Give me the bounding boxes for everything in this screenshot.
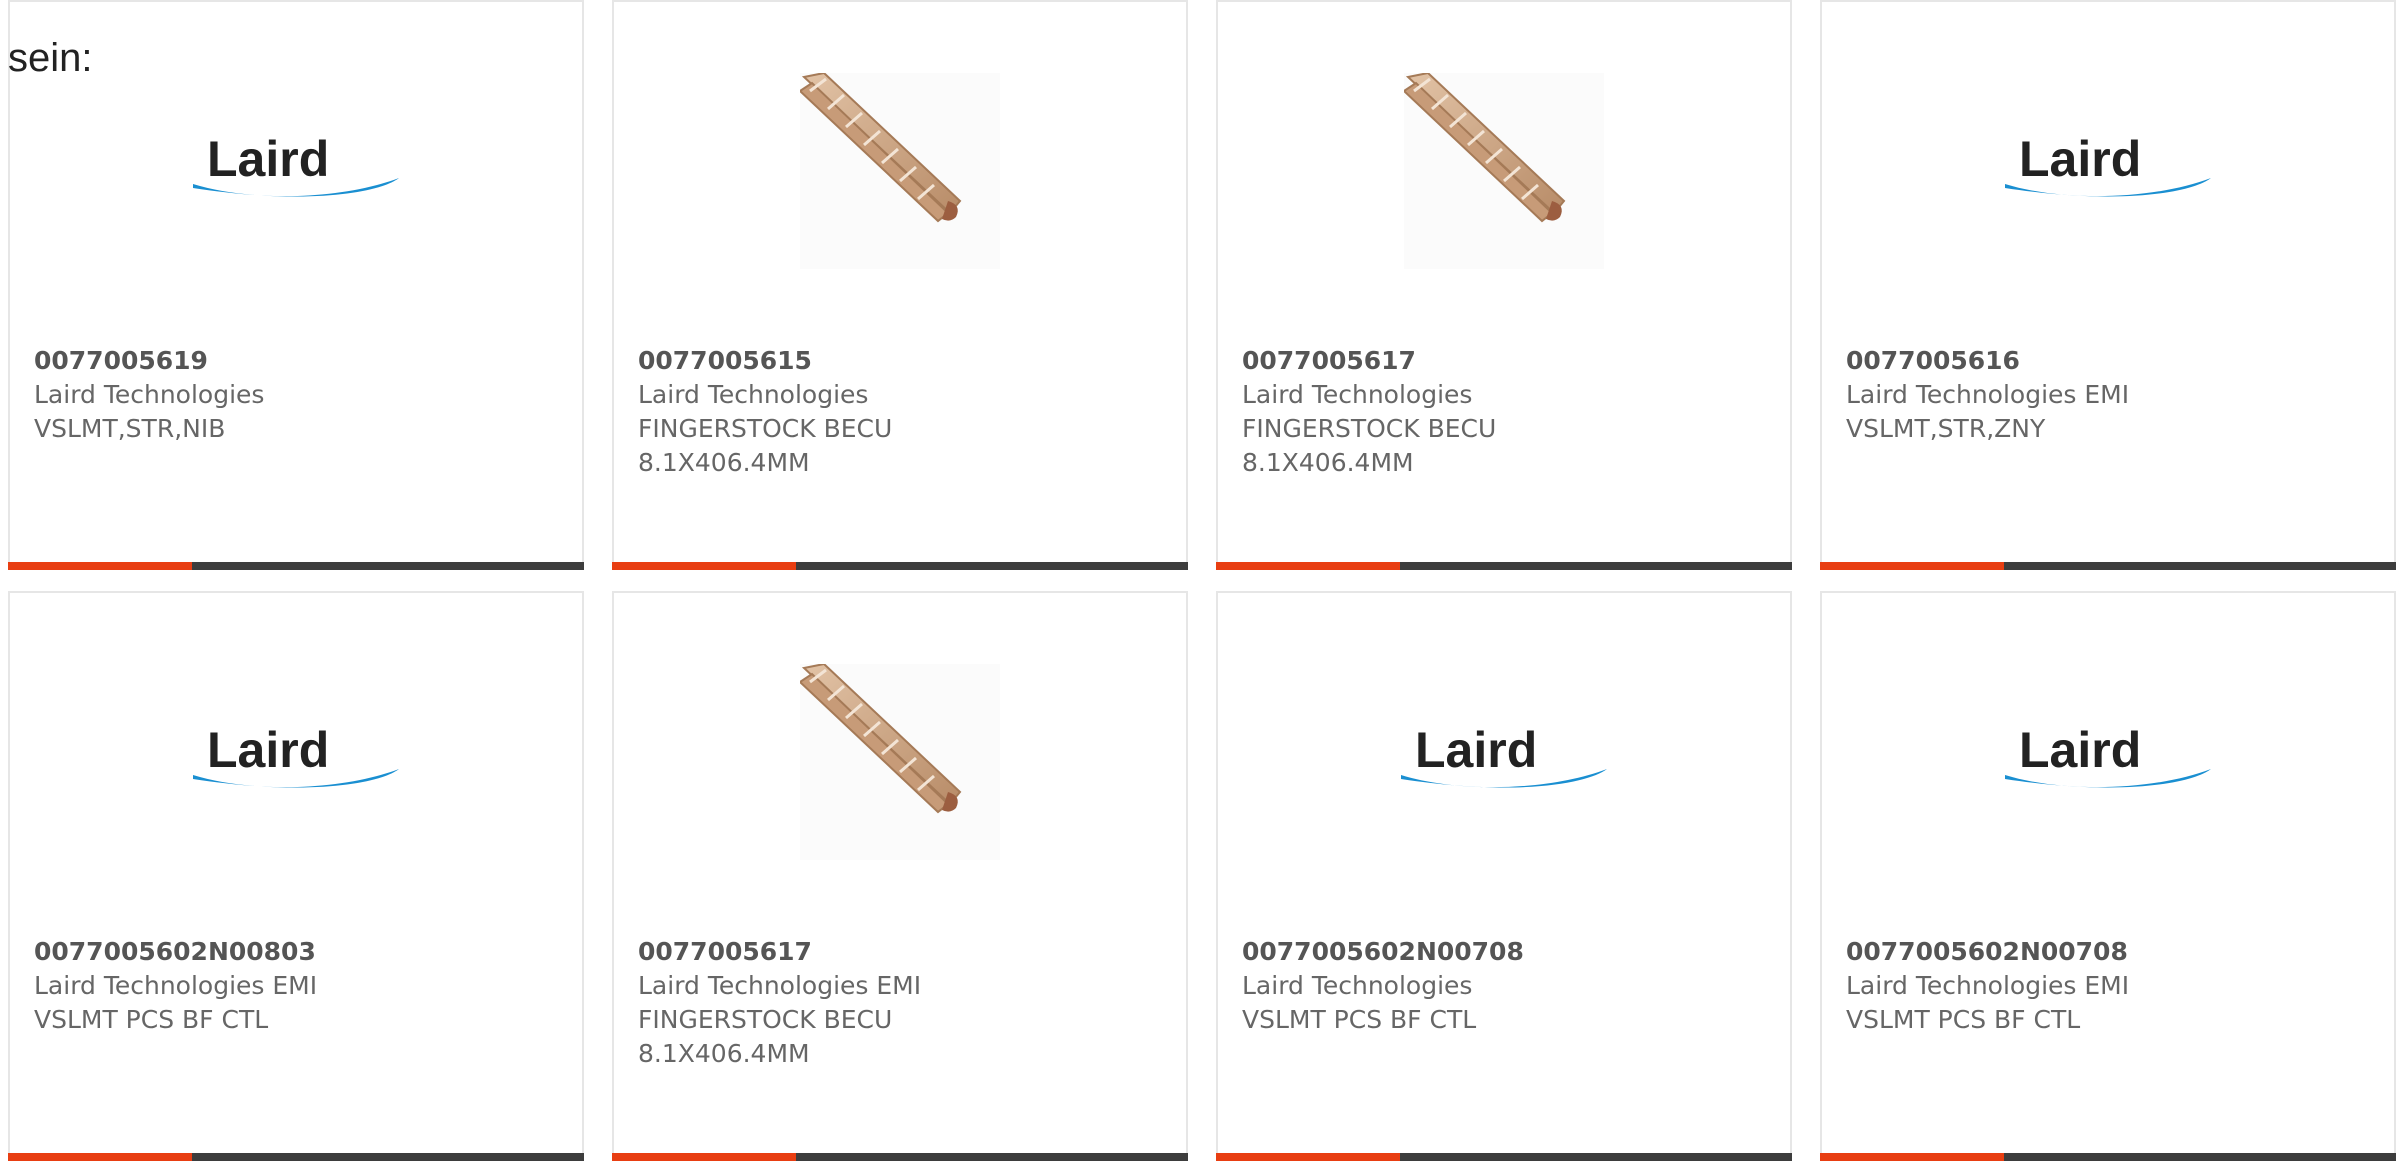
card-bar-accent (612, 1153, 796, 1161)
product-card[interactable]: 0077005615 Laird Technologies FINGERSTOC… (612, 0, 1188, 570)
product-description: 8.1X406.4MM (638, 1039, 810, 1068)
laird-logo: Laird (2003, 134, 2213, 210)
manufacturer-name: Laird Technologies (1242, 380, 1473, 409)
logo-text: Laird (1415, 725, 1537, 778)
card-bar-accent (8, 1153, 192, 1161)
product-info: 0077005617 Laird Technologies EMI FINGER… (638, 935, 1166, 1071)
product-info: 0077005619 Laird Technologies VSLMT,STR,… (34, 344, 562, 446)
product-card[interactable]: Laird 0077005602N00708 Laird Technologie… (1216, 591, 1792, 1161)
card-bottom-bar (1216, 562, 1792, 570)
part-number[interactable]: 0077005619 (34, 344, 562, 378)
card-bottom-bar (612, 562, 1188, 570)
product-image (614, 2, 1186, 332)
fingerstock-photo (800, 664, 1000, 860)
part-number[interactable]: 0077005602N00708 (1242, 935, 1770, 969)
part-number[interactable]: 0077005615 (638, 344, 1166, 378)
manufacturer-name: Laird Technologies (1242, 971, 1473, 1000)
manufacturer-name: Laird Technologies EMI (34, 971, 318, 1000)
fingerstock-photo (1404, 73, 1604, 269)
card-bar-accent (1216, 1153, 1400, 1161)
product-description: VSLMT PCS BF CTL (1242, 1005, 1477, 1034)
product-image: Laird (10, 2, 582, 332)
product-image: Laird (10, 593, 582, 923)
laird-logo: Laird (191, 134, 401, 210)
product-description: VSLMT,STR,ZNY (1846, 414, 2046, 443)
card-bottom-bar (8, 562, 584, 570)
logo-text: Laird (2019, 134, 2141, 187)
laird-logo: Laird (191, 725, 401, 801)
product-description: FINGERSTOCK BECU (638, 1005, 893, 1034)
product-card[interactable]: Laird 0077005619 Laird Technologies VSLM… (8, 0, 584, 570)
card-bar-accent (1820, 562, 2004, 570)
product-image (614, 593, 1186, 923)
fingerstock-photo (800, 73, 1000, 269)
card-bottom-bar (1820, 562, 2396, 570)
product-info: 0077005602N00708 Laird Technologies EMI … (1846, 935, 2374, 1037)
logo-text: Laird (2019, 725, 2141, 778)
card-bar-accent (1820, 1153, 2004, 1161)
product-card[interactable]: Laird 0077005602N00708 Laird Technologie… (1820, 591, 2396, 1161)
card-bar-accent (612, 562, 796, 570)
product-description: VSLMT PCS BF CTL (34, 1005, 269, 1034)
product-description: 8.1X406.4MM (638, 448, 810, 477)
manufacturer-name: Laird Technologies EMI (1846, 380, 2130, 409)
part-number[interactable]: 0077005617 (638, 935, 1166, 969)
part-number[interactable]: 0077005602N00803 (34, 935, 562, 969)
product-image (1218, 2, 1790, 332)
card-bottom-bar (1216, 1153, 1792, 1161)
manufacturer-name: Laird Technologies EMI (638, 971, 922, 1000)
product-image: Laird (1218, 593, 1790, 923)
card-bottom-bar (8, 1153, 584, 1161)
card-bottom-bar (1820, 1153, 2396, 1161)
part-number[interactable]: 0077005602N00708 (1846, 935, 2374, 969)
card-bar-accent (8, 562, 192, 570)
product-image: Laird (1822, 593, 2394, 923)
laird-logo: Laird (2003, 725, 2213, 801)
part-number[interactable]: 0077005616 (1846, 344, 2374, 378)
product-info: 0077005617 Laird Technologies FINGERSTOC… (1242, 344, 1770, 480)
product-card[interactable]: 0077005617 Laird Technologies FINGERSTOC… (1216, 0, 1792, 570)
logo-text: Laird (207, 725, 329, 778)
product-description: FINGERSTOCK BECU (638, 414, 893, 443)
product-description: 8.1X406.4MM (1242, 448, 1414, 477)
card-bottom-bar (612, 1153, 1188, 1161)
product-image: Laird (1822, 2, 2394, 332)
product-description: VSLMT,STR,NIB (34, 414, 226, 443)
manufacturer-name: Laird Technologies (638, 380, 869, 409)
product-description: FINGERSTOCK BECU (1242, 414, 1497, 443)
product-description: VSLMT PCS BF CTL (1846, 1005, 2081, 1034)
intro-text: sein: (8, 36, 93, 80)
product-info: 0077005616 Laird Technologies EMI VSLMT,… (1846, 344, 2374, 446)
laird-logo: Laird (1399, 725, 1609, 801)
product-info: 0077005602N00708 Laird Technologies VSLM… (1242, 935, 1770, 1037)
product-card[interactable]: 0077005617 Laird Technologies EMI FINGER… (612, 591, 1188, 1161)
card-bar-accent (1216, 562, 1400, 570)
product-info: 0077005615 Laird Technologies FINGERSTOC… (638, 344, 1166, 480)
manufacturer-name: Laird Technologies EMI (1846, 971, 2130, 1000)
product-card[interactable]: Laird 0077005616 Laird Technologies EMI … (1820, 0, 2396, 570)
product-card[interactable]: Laird 0077005602N00803 Laird Technologie… (8, 591, 584, 1161)
manufacturer-name: Laird Technologies (34, 380, 265, 409)
logo-text: Laird (207, 134, 329, 187)
part-number[interactable]: 0077005617 (1242, 344, 1770, 378)
product-info: 0077005602N00803 Laird Technologies EMI … (34, 935, 562, 1037)
